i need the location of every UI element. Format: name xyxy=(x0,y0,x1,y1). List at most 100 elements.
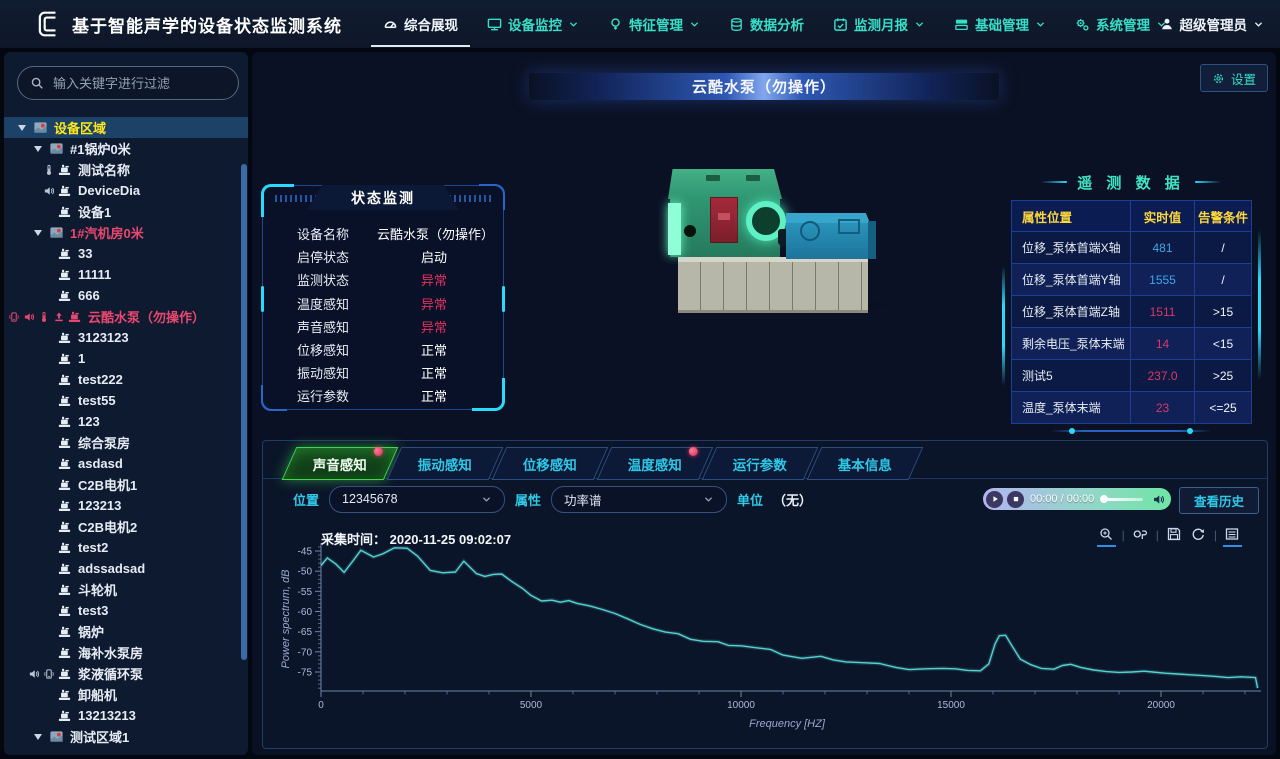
tree-item[interactable]: 测试名称 xyxy=(4,159,248,180)
expand-arrow-icon[interactable] xyxy=(34,734,42,740)
tree-item[interactable]: 云酷水泵（勿操作） xyxy=(4,306,248,327)
volume-slider[interactable] xyxy=(1100,495,1143,503)
svg-text:20000: 20000 xyxy=(1147,700,1175,711)
tab-基本信息[interactable]: 基本信息 xyxy=(807,447,924,480)
tree-item[interactable]: 斗轮机 xyxy=(4,579,248,600)
tree-item-label: 设备区域 xyxy=(54,118,106,137)
refresh-icon[interactable] xyxy=(1190,526,1207,543)
zoom-tool-icon[interactable] xyxy=(1098,526,1115,543)
telemetry-alarm-condition: >15 xyxy=(1195,296,1252,328)
search-input[interactable] xyxy=(51,75,205,92)
tree-item-label: 13213213 xyxy=(78,708,136,723)
status-row-value: 正常 xyxy=(377,340,491,359)
nav-item-综合展现[interactable]: 综合展现 xyxy=(383,0,458,48)
telemetry-panel: 遥 测 数 据 属性位置实时值告警条件 位移_泵体首端X轴481/位移_泵体首端… xyxy=(1010,170,1252,432)
nav-item-系统管理[interactable]: 系统管理 xyxy=(1075,0,1167,48)
tree-item[interactable]: 设备区域 xyxy=(4,117,248,138)
expand-arrow-icon[interactable] xyxy=(34,230,42,236)
nav-item-基础管理[interactable]: 基础管理 xyxy=(954,0,1046,48)
stop-button[interactable] xyxy=(1007,491,1024,508)
tree-item[interactable]: 综合泵房 xyxy=(4,432,248,453)
tree-item[interactable]: 设备1 xyxy=(4,201,248,222)
status-rows: 设备名称云酷水泵（勿操作）启停状态启动监测状态异常温度感知异常声音感知异常位移感… xyxy=(263,222,503,408)
tab-温度感知[interactable]: 温度感知 xyxy=(597,447,714,480)
tree-item[interactable]: 测试区域1 xyxy=(4,726,248,747)
nav-item-设备监控[interactable]: 设备监控 xyxy=(487,0,579,48)
database-icon xyxy=(729,17,744,32)
calendar-icon xyxy=(833,17,848,32)
tree-item[interactable]: test222 xyxy=(4,369,248,390)
tree-item[interactable]: DeviceDia xyxy=(4,180,248,201)
tree-item[interactable]: 666 xyxy=(4,285,248,306)
panel-edge-decor xyxy=(1258,230,1261,380)
tree-item[interactable]: 3123123 xyxy=(4,327,248,348)
pump-3d-model[interactable] xyxy=(660,147,1020,315)
tree-search-box[interactable] xyxy=(17,66,239,100)
telemetry-attr-name: 位移_泵体首端X轴 xyxy=(1012,232,1131,264)
nav-item-特征管理[interactable]: 特征管理 xyxy=(608,0,700,48)
tree-item[interactable]: test2 xyxy=(4,537,248,558)
telemetry-alarm-condition: >25 xyxy=(1195,360,1252,392)
expand-arrow-icon[interactable] xyxy=(34,146,42,152)
settings-button[interactable]: 设置 xyxy=(1200,64,1268,92)
tab-振动感知[interactable]: 振动感知 xyxy=(387,447,504,480)
table-row: 剩余电压_泵体末端14<15 xyxy=(1012,328,1252,360)
tree-item[interactable]: C2B电机2 xyxy=(4,516,248,537)
view-history-button[interactable]: 查看历史 xyxy=(1179,487,1259,514)
tree-item[interactable]: asdasd xyxy=(4,453,248,474)
tree-item[interactable]: 13213213 xyxy=(4,705,248,726)
data-view-icon[interactable] xyxy=(1224,526,1241,543)
tree-item[interactable]: 海补水泵房 xyxy=(4,642,248,663)
svg-text:15000: 15000 xyxy=(937,700,965,711)
vibration-icon xyxy=(41,667,56,681)
tree-item[interactable]: 33 xyxy=(4,243,248,264)
table-row: 测试5237.0>25 xyxy=(1012,360,1252,392)
tree-item[interactable]: 浆液循环泵 xyxy=(4,663,248,684)
status-row-label: 声音感知 xyxy=(297,317,377,336)
tree-item[interactable]: 123 xyxy=(4,411,248,432)
status-row-label: 位移感知 xyxy=(297,340,377,359)
status-row-value: 启动 xyxy=(377,247,491,266)
tab-声音感知[interactable]: 声音感知 xyxy=(282,447,399,480)
nav-item-label: 系统管理 xyxy=(1096,14,1150,34)
spectrum-chart[interactable]: -45-50-55-60-65-70-750500010000150002000… xyxy=(277,527,1267,743)
status-row-value: 异常 xyxy=(377,294,491,313)
device-icon xyxy=(56,687,72,703)
position-select[interactable]: 12345678 xyxy=(329,486,505,513)
play-button[interactable] xyxy=(986,491,1003,508)
tab-位移感知[interactable]: 位移感知 xyxy=(492,447,609,480)
nav-item-监测月报[interactable]: 监测月报 xyxy=(833,0,925,48)
tree-item[interactable]: 123213 xyxy=(4,495,248,516)
device-icon xyxy=(56,414,72,430)
panel-edge-decor xyxy=(1002,266,1005,386)
table-row: 温度_泵体末端23<=25 xyxy=(1012,392,1252,424)
tree-item[interactable]: test3 xyxy=(4,600,248,621)
tree-item-label: C2B电机1 xyxy=(78,475,137,494)
user-menu[interactable]: 超级管理员 xyxy=(1160,0,1265,48)
nav-item-数据分析[interactable]: 数据分析 xyxy=(729,0,804,48)
attribute-select[interactable]: 功率谱 xyxy=(551,486,727,513)
telemetry-attr-name: 剩余电压_泵体末端 xyxy=(1012,328,1131,360)
tree-item[interactable]: 11111 xyxy=(4,264,248,285)
save-image-icon[interactable] xyxy=(1166,526,1183,543)
tree-item[interactable]: 卸船机 xyxy=(4,684,248,705)
device-icon xyxy=(56,372,72,388)
tab-运行参数[interactable]: 运行参数 xyxy=(702,447,819,480)
tree-item[interactable]: 锅炉 xyxy=(4,621,248,642)
panel-bottom-decor xyxy=(1051,430,1211,432)
expand-arrow-icon[interactable] xyxy=(18,125,26,131)
tree-item[interactable]: 1 xyxy=(4,348,248,369)
restore-icon[interactable] xyxy=(1132,526,1149,543)
toolbox-separator: | xyxy=(1214,528,1217,542)
tree-item[interactable]: C2B电机1 xyxy=(4,474,248,495)
tree-item-label: test3 xyxy=(78,603,108,618)
tree-item[interactable]: #1锅炉0米 xyxy=(4,138,248,159)
tree-item-label: #1锅炉0米 xyxy=(70,139,131,158)
tree-item[interactable]: test55 xyxy=(4,390,248,411)
displacement-icon xyxy=(51,310,66,324)
sidebar-scrollbar[interactable] xyxy=(241,164,247,660)
sensor-detail-panel: 声音感知振动感知位移感知温度感知运行参数基本信息 位置 12345678 属性 … xyxy=(262,440,1268,749)
tree-item-label: test2 xyxy=(78,540,108,555)
tree-item[interactable]: 1#汽机房0米 xyxy=(4,222,248,243)
tree-item[interactable]: adssadsad xyxy=(4,558,248,579)
